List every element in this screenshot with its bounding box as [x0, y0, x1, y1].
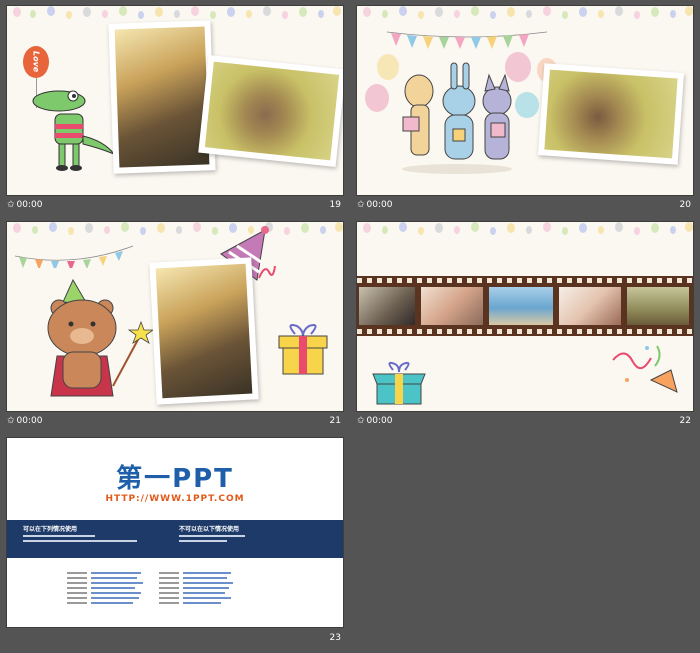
- star-icon: ✩: [357, 200, 365, 210]
- slide-time: 00:00: [366, 200, 393, 210]
- blue-balloon: [515, 92, 539, 118]
- film-sprocket-row: [357, 329, 693, 334]
- balloon-garland: [363, 6, 693, 19]
- slide-number: 23: [329, 633, 341, 643]
- photo-family-reading: [155, 263, 253, 399]
- film-strip: [357, 276, 693, 336]
- photo-girl-with-teddy: [544, 69, 678, 159]
- star-icon: ✩: [357, 416, 365, 426]
- film-frame-mother-child: [559, 287, 621, 325]
- film-frame-park: [627, 287, 689, 325]
- slide-thumbnail-19[interactable]: Love: [7, 6, 343, 195]
- ppt-url: HTTP://WWW.1PPT.COM: [105, 494, 245, 504]
- usage-allowed-lines: [23, 535, 143, 542]
- slide-time: 00:00: [366, 416, 393, 426]
- gift-box-icon: [372, 361, 426, 405]
- slide-thumbnail-23[interactable]: 第一PPT HTTP://WWW.1PPT.COM 可以在下列情况使用 不可以在…: [7, 438, 343, 627]
- link-list-left: [67, 572, 157, 607]
- slide-thumbnail-21[interactable]: [7, 222, 343, 411]
- slide-time: 00:00: [16, 200, 43, 210]
- photo-frame: [537, 63, 685, 165]
- yellow-balloon: [377, 54, 399, 80]
- film-sprocket-row: [357, 278, 693, 283]
- usage-allowed-title: 可以在下列情况使用: [23, 526, 78, 533]
- photo-family-reading: [114, 26, 210, 168]
- film-frame-beach: [489, 287, 553, 325]
- crocodile-illustration: [32, 90, 116, 171]
- love-balloon: Love: [23, 46, 49, 78]
- slide-number: 22: [679, 416, 691, 426]
- star-icon: ✩: [7, 416, 15, 426]
- photo-frame: [149, 257, 259, 405]
- slide-number: 20: [679, 200, 691, 210]
- ppt-logo: 第一PPT: [116, 464, 234, 494]
- slide-time: 00:00: [16, 416, 43, 426]
- gift-box-icon: [278, 324, 328, 375]
- link-list-right: [159, 572, 249, 607]
- usage-banner: 可以在下列情况使用 不可以在以下情况使用: [7, 520, 343, 558]
- bear-illustration: [47, 278, 153, 397]
- usage-forbidden-lines: [179, 535, 299, 542]
- bunting-flags: [387, 31, 547, 49]
- slide-number: 19: [329, 200, 341, 210]
- photo-frame: [198, 55, 343, 167]
- party-popper-icon: [612, 345, 678, 393]
- film-frame-tv: [359, 287, 415, 325]
- pink-balloon: [365, 84, 389, 112]
- photo-girl-with-teddy: [204, 61, 340, 161]
- slide-thumbnail-22[interactable]: [357, 222, 693, 411]
- confetti-streamer-icon: [258, 265, 276, 279]
- star-icon: ✩: [7, 200, 15, 210]
- balloon-garland: [363, 222, 693, 235]
- slide-thumbnail-20[interactable]: [357, 6, 693, 195]
- animal-friends-illustration: [402, 62, 512, 174]
- balloon-text: Love: [31, 51, 41, 73]
- film-frame-family: [421, 287, 483, 325]
- bunting-flags: [15, 245, 134, 268]
- usage-forbidden-title: 不可以在以下情况使用: [179, 526, 240, 533]
- slide-number: 21: [329, 416, 341, 426]
